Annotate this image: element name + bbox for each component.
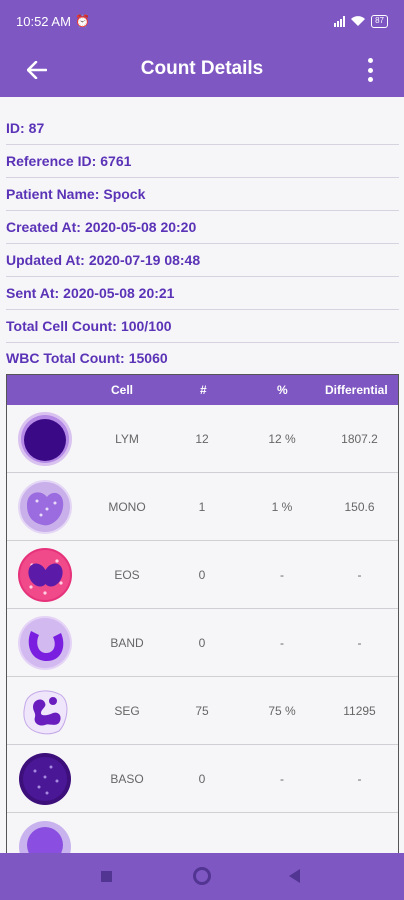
info-label: Created At: bbox=[6, 219, 81, 235]
cell-percent: 75 % bbox=[268, 704, 296, 718]
wifi-icon bbox=[351, 16, 366, 26]
info-value: Spock bbox=[103, 186, 146, 202]
info-row-patient-name: Patient Name: Spock bbox=[6, 178, 399, 211]
info-label: ID: bbox=[6, 120, 25, 136]
alarm-icon: ⏰ bbox=[74, 14, 90, 28]
cell-name: BAND bbox=[110, 636, 144, 650]
table-row[interactable]: BAND 0 - - bbox=[7, 609, 398, 677]
battery-level: 87 bbox=[375, 16, 384, 25]
info-row-reference-id: Reference ID: 6761 bbox=[6, 145, 399, 178]
info-value: 2020-05-08 20:21 bbox=[63, 285, 175, 301]
home-icon[interactable] bbox=[193, 867, 211, 885]
info-value: 100/100 bbox=[120, 318, 172, 334]
recent-apps-icon[interactable] bbox=[101, 871, 112, 882]
lymphocyte-cell-image bbox=[18, 412, 72, 466]
cell-name: LYM bbox=[115, 432, 139, 446]
monocyte-cell-image bbox=[18, 480, 72, 534]
cell-differential: - bbox=[357, 636, 362, 650]
page-title: Count Details bbox=[140, 58, 264, 79]
header-number: # bbox=[200, 383, 207, 397]
cell-name: BASO bbox=[110, 772, 144, 786]
status-icons: 87 bbox=[334, 14, 388, 28]
info-value: 2020-05-08 20:20 bbox=[84, 219, 197, 235]
header-differential: Differential bbox=[325, 383, 388, 397]
cell-count: 1 bbox=[198, 500, 206, 514]
cell-image bbox=[19, 821, 71, 853]
cell-differential: 150.6 bbox=[344, 500, 375, 514]
header-percent: % bbox=[277, 383, 288, 397]
info-label: Total Cell Count: bbox=[6, 318, 117, 334]
cell-count: 0 bbox=[198, 568, 206, 582]
info-value: 6761 bbox=[100, 153, 132, 169]
table-row[interactable]: BASO 0 - - bbox=[7, 745, 398, 813]
cell-percent: 12 % bbox=[268, 432, 296, 446]
segmented-neutrophil-cell-image bbox=[23, 690, 68, 735]
info-row-created-at: Created At: 2020-05-08 20:20 bbox=[6, 211, 399, 244]
count-details-content: ID: 87 Reference ID: 6761 Patient Name: … bbox=[0, 97, 404, 853]
cell-count: 0 bbox=[198, 772, 206, 786]
basophil-cell-image bbox=[19, 753, 71, 805]
status-bar: 10:52 AM ⏰ 87 bbox=[0, 0, 404, 42]
info-label: Reference ID: bbox=[6, 153, 97, 169]
table-row[interactable]: LYM 12 12 % 1807.2 bbox=[7, 405, 398, 473]
info-value: 87 bbox=[28, 120, 45, 136]
cell-name: MONO bbox=[108, 500, 146, 514]
info-row-wbc-total-count: WBC Total Count: 15060 bbox=[6, 341, 399, 374]
more-options-icon[interactable] bbox=[364, 56, 376, 84]
eosinophil-cell-image bbox=[18, 548, 72, 602]
cell-percent: 1 % bbox=[271, 500, 293, 514]
band-cell-image bbox=[18, 616, 72, 670]
system-navigation-bar bbox=[0, 853, 404, 900]
info-value: 15060 bbox=[128, 349, 168, 366]
cell-count-table: Cell # % Differential LYM 12 12 % 1807.2 bbox=[6, 374, 399, 853]
back-triangle-icon[interactable] bbox=[289, 869, 300, 883]
cell-percent: - bbox=[280, 772, 284, 786]
info-row-id: ID: 87 bbox=[6, 112, 399, 145]
cell-percent: - bbox=[280, 636, 284, 650]
info-row-updated-at: Updated At: 2020-07-19 08:48 bbox=[6, 244, 399, 277]
cell-percent: - bbox=[280, 568, 284, 582]
cell-name: EOS bbox=[114, 568, 140, 582]
header-cell: Cell bbox=[111, 383, 134, 397]
cell-differential: 1807.2 bbox=[341, 432, 378, 446]
cell-differential: 11295 bbox=[343, 704, 376, 718]
table-row[interactable]: SEG 75 75 % 11295 bbox=[7, 677, 398, 745]
table-row[interactable] bbox=[7, 813, 398, 853]
cell-differential: - bbox=[357, 568, 362, 582]
cell-count: 12 bbox=[195, 432, 209, 446]
info-label: WBC Total Count: bbox=[6, 349, 125, 366]
info-value: 2020-07-19 08:48 bbox=[88, 252, 201, 268]
cell-differential: - bbox=[357, 772, 362, 786]
info-label: Updated At: bbox=[6, 252, 85, 268]
cell-name: SEG bbox=[114, 704, 140, 718]
battery-icon: 87 bbox=[371, 14, 388, 28]
status-time: 10:52 AM bbox=[16, 13, 71, 29]
info-row-sent-at: Sent At: 2020-05-08 20:21 bbox=[6, 277, 399, 310]
info-row-total-cell-count: Total Cell Count: 100/100 bbox=[6, 310, 399, 343]
cell-count: 0 bbox=[198, 636, 206, 650]
cell-count: 75 bbox=[195, 704, 209, 718]
app-bar: Count Details bbox=[0, 42, 404, 97]
table-row[interactable]: EOS 0 - - bbox=[7, 541, 398, 609]
table-row[interactable]: MONO 1 1 % 150.6 bbox=[7, 473, 398, 541]
signal-icon bbox=[334, 15, 346, 27]
table-header: Cell # % Differential bbox=[7, 375, 398, 405]
info-label: Patient Name: bbox=[6, 186, 100, 202]
info-label: Sent At: bbox=[6, 285, 60, 301]
